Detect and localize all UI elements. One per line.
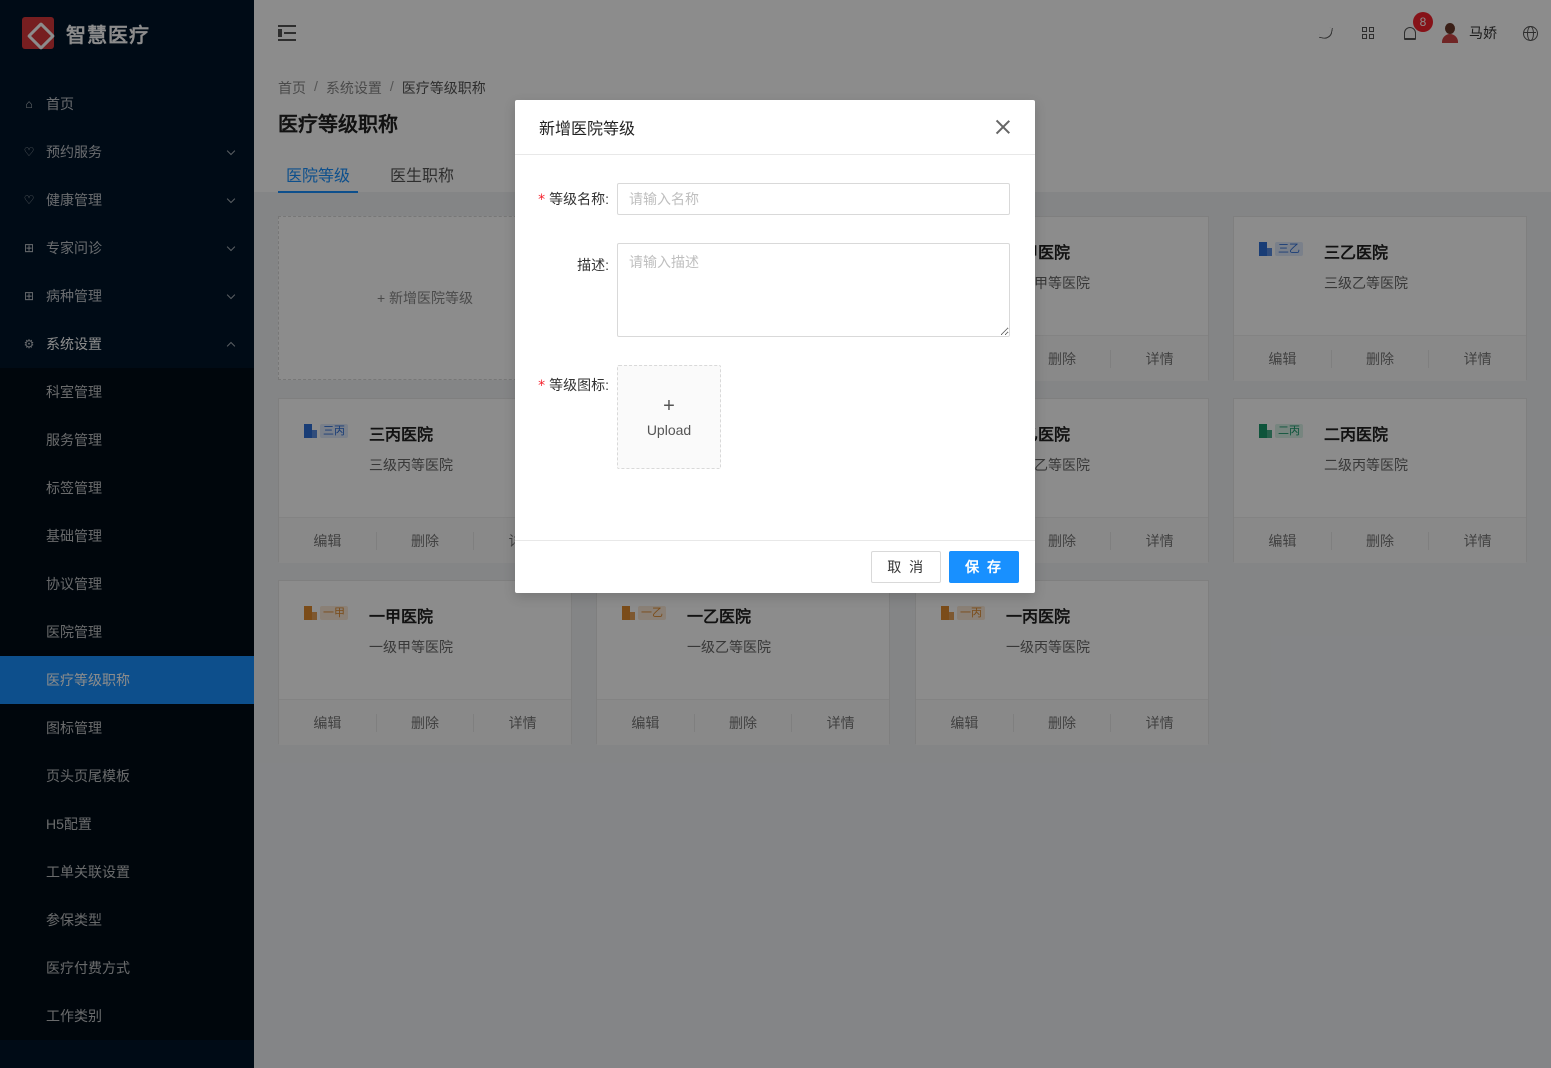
close-icon[interactable] [995,119,1011,135]
plus-icon: + [663,395,675,417]
form-row-description: 描述: [515,243,1035,337]
required-mark: * [538,192,546,208]
icon-label: * 等级图标: [538,377,609,394]
upload-label: Upload [646,422,692,438]
description-textarea[interactable] [617,243,1010,337]
form-row-icon: * 等级图标: + Upload [515,365,1035,469]
save-button[interactable]: 保 存 [949,551,1019,583]
add-grade-modal: 新增医院等级 *等级名称: 描述: *等级图标: + Upload 取 消 保 … [515,100,1035,593]
icon-upload[interactable]: + Upload [617,365,721,469]
grade-name-input[interactable] [617,183,1010,215]
modal-header: 新增医院等级 [515,100,1035,155]
name-label: * 等级名称: [538,191,609,208]
description-label: 描述: [577,257,609,273]
cancel-button[interactable]: 取 消 [871,551,942,583]
modal-title: 新增医院等级 [539,121,636,138]
required-mark: * [538,378,546,394]
modal-footer: 取 消 保 存 [515,540,1035,593]
form-row-name: * 等级名称: [515,183,1035,216]
